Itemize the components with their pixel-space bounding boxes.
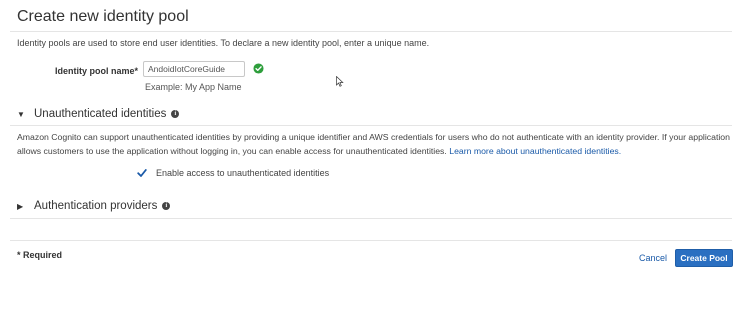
mouse-cursor-icon (336, 76, 344, 87)
auth-providers-section-title: Authentication providers (34, 200, 158, 212)
pool-name-label: Identity pool name* (55, 66, 139, 76)
cancel-button[interactable]: Cancel (639, 253, 667, 263)
auth-providers-section-toggle[interactable]: ▶ Authentication providers i (17, 200, 171, 212)
auth-providers-divider (10, 218, 732, 219)
enable-unauth-label[interactable]: Enable access to unauthenticated identit… (156, 168, 329, 178)
create-identity-pool-page: Create new identity pool Identity pools … (0, 0, 740, 309)
page-title: Create new identity pool (17, 8, 189, 25)
unauthenticated-section-toggle[interactable]: ▼ Unauthenticated identities i (17, 108, 180, 120)
unauthenticated-description: Amazon Cognito can support unauthenticat… (17, 131, 733, 158)
caret-down-icon: ▼ (17, 109, 25, 119)
unauthenticated-section-title: Unauthenticated identities (34, 108, 167, 120)
create-pool-button[interactable]: Create Pool (675, 249, 733, 267)
unauthenticated-description-text: Amazon Cognito can support unauthenticat… (17, 132, 730, 156)
unauthenticated-divider (10, 125, 732, 126)
intro-text: Identity pools are used to store end use… (17, 38, 430, 48)
pool-name-input[interactable] (143, 61, 245, 77)
caret-right-icon: ▶ (17, 201, 24, 211)
enable-unauth-checkbox[interactable] (137, 168, 147, 178)
info-icon[interactable]: i (162, 202, 171, 210)
footer-divider (10, 240, 732, 241)
check-circle-icon (253, 63, 264, 74)
pool-name-example: Example: My App Name (145, 82, 242, 92)
learn-more-link[interactable]: Learn more about unauthenticated identit… (449, 146, 621, 156)
info-icon[interactable]: i (171, 110, 180, 118)
title-divider (10, 31, 732, 32)
required-note: * Required (17, 250, 63, 260)
